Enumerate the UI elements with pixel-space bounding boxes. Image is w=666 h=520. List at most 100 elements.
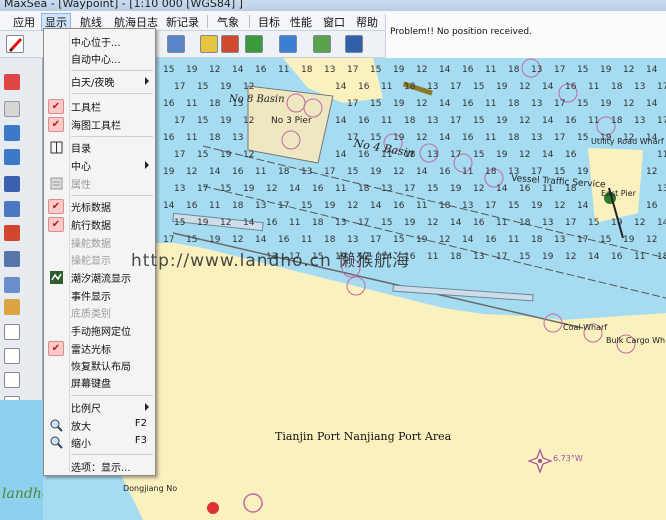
depth-sounding: 13: [531, 99, 542, 109]
menu-item-scale[interactable]: 比例尺: [46, 399, 153, 416]
menu-window[interactable]: 窗口: [320, 14, 348, 30]
menu-new-record[interactable]: 新记录: [163, 14, 202, 30]
depth-sounding: 13: [542, 218, 553, 228]
mountain-icon[interactable]: [345, 35, 363, 53]
cursor-icon[interactable]: [4, 149, 20, 165]
menu-item-nav-data[interactable]: ✔ 航行数据: [46, 216, 153, 233]
pencil-icon[interactable]: [6, 35, 24, 53]
menu-item-center-at[interactable]: 中心位于...: [46, 33, 153, 50]
menu-item-center[interactable]: 中心: [46, 157, 153, 174]
split-view-icon[interactable]: [313, 35, 331, 53]
angle-icon[interactable]: [4, 176, 20, 192]
menu-item-properties[interactable]: 属性: [46, 175, 153, 192]
menu-help[interactable]: 帮助: [353, 14, 381, 30]
depth-sounding: 12: [646, 167, 657, 177]
menu-weather[interactable]: 气象: [214, 14, 242, 30]
depth-sounding: 15: [473, 82, 484, 92]
text-icon[interactable]: [4, 348, 20, 364]
depth-sounding: 16: [312, 184, 324, 194]
menu-item-zoom-in[interactable]: 放大 F2: [46, 417, 153, 434]
depth-sounding: 14: [335, 82, 347, 92]
depth-sounding: 11: [278, 65, 289, 75]
depth-sounding: 17: [404, 184, 415, 194]
depth-sounding: 19: [611, 218, 623, 228]
arrow-icon[interactable]: [4, 101, 20, 117]
menu-item-radar-cursor[interactable]: ✔ 雷达光标: [46, 340, 153, 357]
menu-item-auto-center[interactable]: 自动中心...: [46, 50, 153, 67]
menu-performance[interactable]: 性能: [287, 14, 315, 30]
depth-sounding: 16: [565, 82, 577, 92]
tools-icon[interactable]: [4, 277, 20, 293]
weather-map-icon[interactable]: [221, 35, 239, 53]
menu-item-display-options[interactable]: 选项：显示...: [46, 458, 153, 475]
target-icon[interactable]: [4, 201, 20, 217]
depth-sounding: 11: [381, 82, 392, 92]
depth-sounding: 15: [197, 150, 208, 160]
graph-icon[interactable]: [279, 35, 297, 53]
depth-sounding: 11: [381, 116, 392, 126]
depth-sounding: 15: [554, 167, 565, 177]
depth-sounding: 14: [542, 82, 554, 92]
depth-sounding: 14: [462, 235, 474, 245]
zoom-out-icon: [49, 435, 64, 450]
menu-item-tide-display[interactable]: 潮汐潮流显示: [46, 269, 153, 286]
marker-icon[interactable]: [4, 225, 20, 241]
menu-item-manual-trawl[interactable]: 手动拖网定位: [46, 322, 153, 339]
depth-sounding: 14: [243, 218, 255, 228]
menu-app[interactable]: 应用: [10, 14, 38, 30]
route-icon[interactable]: [4, 251, 20, 267]
menu-item-bottom-type[interactable]: 底质类别: [46, 304, 153, 321]
depth-sounding: 14: [439, 99, 451, 109]
magnifier-icon[interactable]: [4, 125, 20, 141]
hand-icon[interactable]: [4, 299, 20, 315]
menu-item-label: 比例尺: [71, 404, 101, 415]
menu-item-catalog[interactable]: 目录: [46, 139, 153, 156]
depth-sounding: 19: [577, 167, 589, 177]
menu-item-day-night[interactable]: 白天/夜晚: [46, 73, 153, 90]
depth-sounding: 19: [197, 218, 209, 228]
depth-sounding: 12: [416, 133, 427, 143]
depth-sounding: 11: [657, 150, 666, 160]
plus-icon[interactable]: [4, 324, 20, 340]
depth-sounding: 11: [588, 82, 599, 92]
shortcut-label: F2: [134, 418, 147, 429]
menu-item-zoom-out[interactable]: 缩小 F3: [46, 434, 153, 451]
check-icon: ✔: [48, 217, 64, 232]
menu-item-label: 操舵数据: [71, 239, 111, 250]
depth-sounding: 12: [209, 65, 220, 75]
chart-layer-icon[interactable]: [167, 35, 185, 53]
menu-targets[interactable]: 目标: [255, 14, 283, 30]
depth-sounding: 17: [565, 218, 576, 228]
menu-item-chart-toolbar[interactable]: ✔ 海图工具栏: [46, 116, 153, 133]
depth-sounding: 18: [232, 201, 244, 211]
depth-sounding: 16: [232, 167, 244, 177]
menu-item-event-display[interactable]: 事件显示: [46, 287, 153, 304]
depth-sounding: 16: [519, 184, 531, 194]
depth-sounding: 11: [485, 65, 496, 75]
depth-sounding: 11: [634, 252, 645, 262]
depth-sounding: 19: [324, 201, 336, 211]
menu-item-screen-keyboard[interactable]: 屏幕键盘: [46, 374, 153, 391]
depth-sounding: 17: [324, 167, 335, 177]
depth-sounding: 12: [416, 65, 427, 75]
depth-sounding: 11: [416, 201, 427, 211]
depth-sounding: 18: [301, 65, 313, 75]
menu-item-restore-layout[interactable]: 恢复默认布局: [46, 357, 153, 374]
depth-sounding: 13: [473, 252, 484, 262]
depth-sounding: 17: [657, 116, 666, 126]
spiral-icon[interactable]: [200, 35, 218, 53]
menu-separator: [71, 195, 153, 196]
minus-icon[interactable]: [4, 372, 20, 388]
depth-sounding: 13: [554, 235, 565, 245]
menu-item-cursor-data[interactable]: ✔ 光标数据: [46, 198, 153, 215]
tide-icon: [49, 270, 64, 285]
check-layer-icon[interactable]: [245, 35, 263, 53]
label-no3-pier: No 3 Pier: [271, 116, 312, 126]
depth-sounding: 19: [243, 184, 255, 194]
lifebuoy-icon[interactable]: [4, 74, 20, 90]
depth-sounding: 12: [427, 218, 438, 228]
menu-item-toolbar[interactable]: ✔ 工具栏: [46, 98, 153, 115]
depth-sounding: 17: [657, 82, 666, 92]
depth-sounding: 16: [358, 116, 370, 126]
menu-item-label: 缩小: [71, 439, 91, 450]
